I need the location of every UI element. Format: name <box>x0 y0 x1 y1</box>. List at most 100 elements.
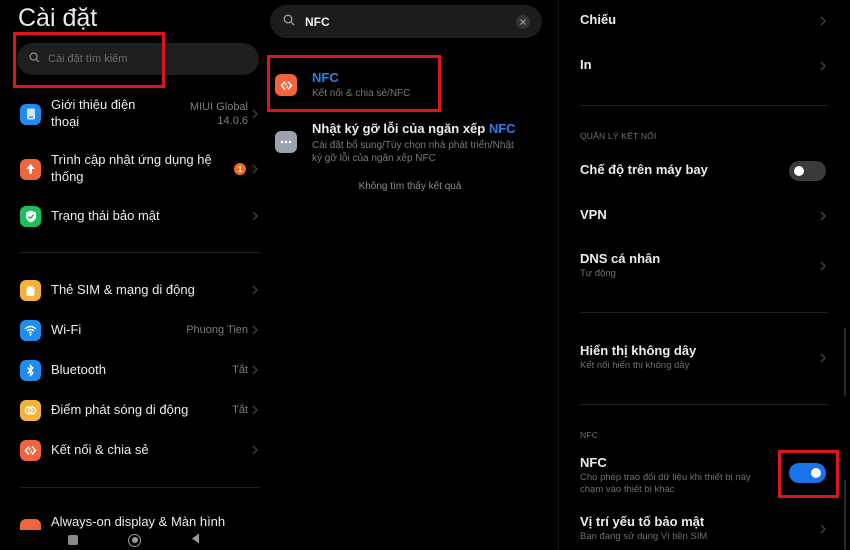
item-sublabel: Tự động <box>580 268 616 279</box>
item-label: Điểm phát sóng di động <box>51 401 189 417</box>
chevron-right-icon <box>250 323 260 337</box>
recents-button[interactable] <box>68 535 78 545</box>
hotspot-status: Tắt <box>232 403 248 416</box>
search-query: NFC <box>305 14 330 29</box>
bluetooth-status: Tắt <box>232 363 248 376</box>
item-label: Trình cập nhật ứng dụng hệ <box>51 152 212 168</box>
sim-card-icon <box>20 279 41 301</box>
item-label: Bluetooth <box>51 361 106 377</box>
settings-item-secure-element[interactable]: Vị trí yếu tố bảo mật Bạn đang sử dụng V… <box>580 514 850 548</box>
search-input[interactable]: NFC <box>270 5 542 38</box>
wifi-icon <box>20 319 41 341</box>
settings-main-panel: Cài đặt Cài đặt tìm kiếm Giới thiệu điện… <box>0 0 268 550</box>
chevron-right-icon <box>818 14 828 28</box>
toggle-knob <box>811 468 821 478</box>
settings-item-private-dns[interactable]: DNS cá nhân Tự động <box>580 251 850 285</box>
result-path: Kết nối & chia sẻ/NFC <box>312 88 411 99</box>
chevron-right-icon <box>818 209 828 223</box>
section-divider <box>20 487 260 488</box>
section-header-connection-management: QUẢN LÝ KẾT NỐI <box>580 131 657 141</box>
chevron-right-icon <box>818 59 828 73</box>
toggle-knob <box>794 166 804 176</box>
item-label: Chiếu <box>580 12 617 27</box>
page-title: Cài đặt <box>18 4 98 32</box>
chevron-right-icon <box>818 259 828 273</box>
settings-item-system-app-updater[interactable]: Trình cập nhật ứng dụng hệ thống 1 <box>0 152 268 186</box>
clear-search-button[interactable] <box>516 14 530 29</box>
item-label: Thẻ SIM & mạng di động <box>51 281 195 297</box>
result-title: NFC <box>312 70 339 85</box>
result-title: Nhật ký gỡ lỗi của ngăn xếp NFC <box>312 121 516 136</box>
search-result-nfc-debug-log[interactable]: Nhật ký gỡ lỗi của ngăn xếp NFC Cài đặt … <box>262 121 558 167</box>
item-label: Wi-Fi <box>51 321 82 337</box>
search-result-nfc[interactable]: NFC Kết nối & chia sẻ/NFC <box>262 69 558 101</box>
item-sublabel: Kết nối hiển thị không dây <box>580 360 690 371</box>
item-label: Kết nối & chia sẻ <box>51 441 149 457</box>
settings-item-airplane-mode[interactable]: Chế độ trên máy bay <box>580 161 850 184</box>
phone-icon <box>20 103 41 125</box>
item-label: Hiển thị không dây <box>580 343 697 358</box>
chevron-right-icon <box>250 209 260 223</box>
item-label-line2: thống <box>51 169 84 184</box>
search-placeholder: Cài đặt tìm kiếm <box>48 53 128 65</box>
search-results-panel: NFC NFC Kết nối & chia sẻ/NFC Nhật ký gỡ… <box>262 0 558 550</box>
item-label-line2: thoại <box>51 114 80 129</box>
settings-item-bluetooth[interactable]: Bluetooth Tắt <box>0 359 268 381</box>
back-button[interactable] <box>191 531 200 549</box>
section-divider <box>580 105 828 106</box>
search-icon <box>283 13 295 31</box>
chevron-right-icon <box>250 443 260 457</box>
chevron-right-icon <box>250 363 260 377</box>
system-navigation-bar <box>0 530 268 550</box>
settings-item-connection-sharing[interactable]: Kết nối & chia sẻ <box>0 439 268 461</box>
settings-search-input[interactable]: Cài đặt tìm kiếm <box>17 43 259 75</box>
settings-item-hotspot[interactable]: Điểm phát sóng di động Tắt <box>0 399 268 421</box>
miui-version-label: MIUI Global <box>189 100 248 113</box>
settings-item-sim[interactable]: Thẻ SIM & mạng di động <box>0 279 268 301</box>
hotspot-icon <box>20 399 41 421</box>
chevron-right-icon <box>818 522 828 536</box>
settings-item-wifi[interactable]: Wi-Fi Phuong Tien <box>0 319 268 341</box>
settings-item-vpn[interactable]: VPN <box>580 207 850 227</box>
settings-item-nfc[interactable]: NFC Cho phép trao đổi dữ liệu khi thiết … <box>580 455 850 495</box>
result-title-match: NFC <box>488 121 516 136</box>
arrow-up-icon <box>20 158 41 180</box>
item-sublabel-line2: chạm vào thiết bị khác <box>580 484 675 496</box>
item-sublabel: Bạn đang sử dụng Ví tiền SIM <box>580 531 708 542</box>
close-icon <box>520 18 526 25</box>
section-divider <box>20 252 260 253</box>
item-label: Giới thiệu điện <box>51 97 136 113</box>
wifi-network-name: Phuong Tien <box>186 323 248 336</box>
item-label: VPN <box>580 207 607 222</box>
result-path-line2: ký gỡ lỗi của ngăn xếp NFC <box>312 153 436 164</box>
settings-item-wireless-display[interactable]: Hiển thị không dây Kết nối hiển thị khôn… <box>580 343 850 377</box>
nfc-toggle[interactable] <box>789 463 826 483</box>
home-button[interactable] <box>128 533 141 547</box>
section-divider <box>580 404 828 405</box>
update-count-badge: 1 <box>234 163 246 175</box>
chevron-right-icon <box>250 283 260 297</box>
settings-item-security-status[interactable]: Trạng thái bảo mật <box>0 205 268 227</box>
search-icon <box>29 50 40 68</box>
settings-item-cast[interactable]: Chiếu <box>580 12 850 32</box>
shield-check-icon <box>20 205 41 227</box>
section-divider <box>580 312 828 313</box>
connection-share-icon <box>20 439 41 461</box>
chevron-right-icon <box>250 162 260 176</box>
section-header-nfc: NFC <box>580 430 599 440</box>
no-results-message: Không tìm thấy kết quả <box>358 181 462 192</box>
chevron-right-icon <box>250 403 260 417</box>
item-label: Trạng thái bảo mật <box>51 207 160 223</box>
chevron-right-icon <box>818 351 828 365</box>
scrollbar-lower[interactable] <box>844 480 846 550</box>
more-dots-icon <box>275 131 297 153</box>
scrollbar[interactable] <box>844 328 846 396</box>
result-title-text: Nhật ký gỡ lỗi của ngăn xếp <box>312 121 489 136</box>
connection-share-icon <box>275 74 297 96</box>
item-label: Vị trí yếu tố bảo mật <box>580 514 705 529</box>
airplane-mode-toggle[interactable] <box>789 161 826 181</box>
settings-item-print[interactable]: In <box>580 57 850 77</box>
result-path: Cài đặt bổ sung/Tùy chọn nhà phát triển/… <box>312 140 514 151</box>
item-label: DNS cá nhân <box>580 251 661 266</box>
settings-item-about-phone[interactable]: Giới thiệu điện thoại MIUI Global 14.0.6 <box>0 97 268 131</box>
